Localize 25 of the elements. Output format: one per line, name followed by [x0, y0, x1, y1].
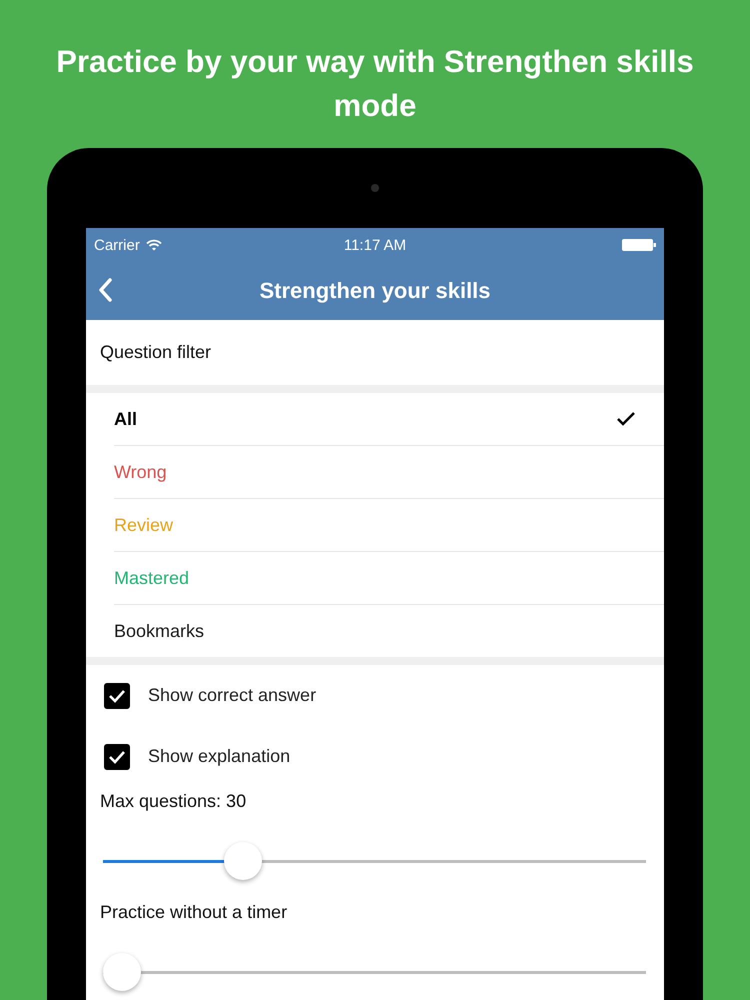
slider-label: Max questions: 30 [100, 791, 248, 813]
checkbox[interactable] [104, 682, 130, 708]
filter-option[interactable]: All [114, 393, 664, 446]
slider-label: Practice without a timer [100, 902, 288, 924]
status-time: 11:17 AM [344, 236, 406, 254]
checkbox[interactable] [104, 744, 130, 770]
check-icon [108, 750, 126, 764]
back-button[interactable] [98, 278, 112, 302]
battery-icon [622, 239, 656, 251]
checkbox-label: Show correct answer [148, 685, 316, 706]
checkmark-icon [616, 411, 636, 427]
filter-option[interactable]: Wrong [114, 446, 664, 499]
filter-option[interactable]: Bookmarks [114, 605, 664, 657]
slider-thumb[interactable] [103, 953, 141, 991]
headline: Practice by your way with Strengthen skills mode [55, 43, 695, 125]
screen-title: Strengthen your skills [259, 278, 491, 304]
slider-thumb[interactable] [224, 842, 262, 880]
check-icon [108, 688, 126, 702]
wifi-icon [146, 239, 162, 251]
section-heading: Question filter [100, 342, 212, 363]
filter-option[interactable]: Mastered [114, 552, 664, 605]
carrier-label: Carrier [94, 236, 140, 254]
camera-icon [371, 184, 379, 192]
filter-option[interactable]: Review [114, 499, 664, 552]
checkbox-label: Show explanation [148, 746, 290, 767]
